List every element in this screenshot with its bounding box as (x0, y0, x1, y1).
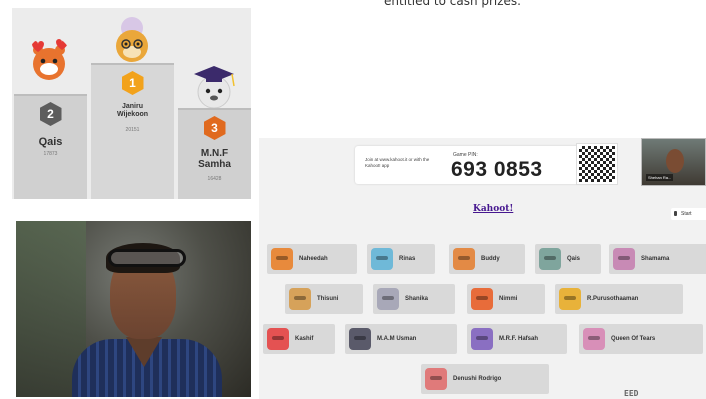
podium-score-first: 20151 (125, 127, 140, 133)
podium-score-third: 16428 (207, 176, 222, 182)
player-chip[interactable]: M.R.F. Hafsah (467, 324, 567, 354)
podium-name-third: M.N.F Samha (198, 148, 231, 170)
podium-name-first: Janiru Wijekoon (116, 103, 149, 118)
kahoot-lobby: Join at www.kahoot.it or with the Kahoot… (259, 138, 706, 399)
player-name: Shanika (405, 296, 429, 302)
host-name-label: Shehan Ra... (646, 174, 674, 181)
player-avatar-icon (471, 288, 493, 310)
player-avatar-icon (267, 328, 289, 350)
player-name: Queen Of Tears (611, 336, 656, 342)
player-chip[interactable]: Qais (535, 244, 601, 274)
player-chip[interactable]: Denushi Rodrigo (421, 364, 549, 394)
player-chip[interactable]: Queen Of Tears (579, 324, 703, 354)
podium-panel: 2 Qais 17873 1 Janiru Wijekoon 20151 3 M… (12, 8, 251, 199)
join-instructions: Join at www.kahoot.it or with the Kahoot… (365, 157, 430, 168)
player-avatar-icon (349, 328, 371, 350)
player-avatar-icon (453, 248, 475, 270)
player-avatar-icon (425, 368, 447, 390)
player-avatar-icon (613, 248, 635, 270)
player-name: Qais (567, 256, 581, 262)
tiger-hearts-icon (32, 39, 68, 80)
player-chip[interactable]: Kashif (263, 324, 335, 354)
caption-text: entitled to cash prizes. (384, 0, 521, 8)
player-chip[interactable]: Buddy (449, 244, 525, 274)
player-chip[interactable]: M.A.M Usman (345, 324, 457, 354)
player-chip[interactable]: Naheedah (267, 244, 357, 274)
player-chip[interactable]: R.Purusothaaman (555, 284, 683, 314)
player-avatar-icon (377, 288, 399, 310)
graduate-bear-icon (194, 66, 235, 109)
player-chip[interactable]: Rinas (367, 244, 435, 274)
player-name: Buddy (481, 256, 500, 262)
player-name: Thisuni (317, 296, 339, 302)
kahoot-logo: Kahoot! (473, 204, 514, 214)
sunglasses-icon (108, 249, 186, 267)
game-pin-value: 693 0853 (451, 158, 543, 181)
podium-block-second: 2 Qais 17873 (14, 94, 87, 199)
podium-score-second: 17873 (43, 151, 58, 157)
player-chip[interactable]: Thisuni (285, 284, 363, 314)
player-avatar-icon (371, 248, 393, 270)
podium-block-first: 1 Janiru Wijekoon 20151 (91, 63, 174, 199)
host-face (666, 149, 684, 173)
podium-block-third: 3 M.N.F Samha 16428 (178, 108, 251, 199)
player-name: Kashif (295, 336, 314, 342)
player-name: Shamama (641, 256, 670, 262)
presenter-webcam (16, 221, 251, 397)
player-chip[interactable]: Shanika (373, 284, 455, 314)
player-avatar-icon (289, 288, 311, 310)
medal-silver-icon: 2 (39, 102, 62, 126)
player-count-ticker: EED (624, 389, 639, 398)
player-avatar-icon (559, 288, 581, 310)
player-name: Rinas (399, 256, 416, 262)
player-name: M.R.F. Hafsah (499, 336, 539, 342)
player-name: Denushi Rodrigo (453, 376, 502, 382)
player-chip[interactable]: Shamama (609, 244, 706, 274)
player-name: M.A.M Usman (377, 336, 417, 342)
host-video-thumbnail: Shehan Ra... (641, 138, 706, 186)
player-avatar-icon (471, 328, 493, 350)
player-name: R.Purusothaaman (587, 296, 639, 302)
podium-name-second: Qais (38, 136, 63, 148)
player-avatar-icon (583, 328, 605, 350)
player-name: Nimmi (499, 296, 518, 302)
player-chip[interactable]: Nimmi (467, 284, 545, 314)
game-pin-bar: Join at www.kahoot.it or with the Kahoot… (355, 146, 603, 184)
grandma-cat-icon (116, 17, 148, 62)
player-name: Naheedah (299, 256, 328, 262)
player-avatar-icon (539, 248, 561, 270)
medal-bronze-icon: 3 (203, 116, 226, 140)
player-avatar-icon (271, 248, 293, 270)
qr-code-icon[interactable] (576, 143, 618, 185)
start-button[interactable]: Start (671, 208, 706, 220)
screen: entitled to cash prizes. 2 Qais 17873 1 … (0, 0, 706, 399)
medal-gold-icon: 1 (121, 71, 144, 95)
